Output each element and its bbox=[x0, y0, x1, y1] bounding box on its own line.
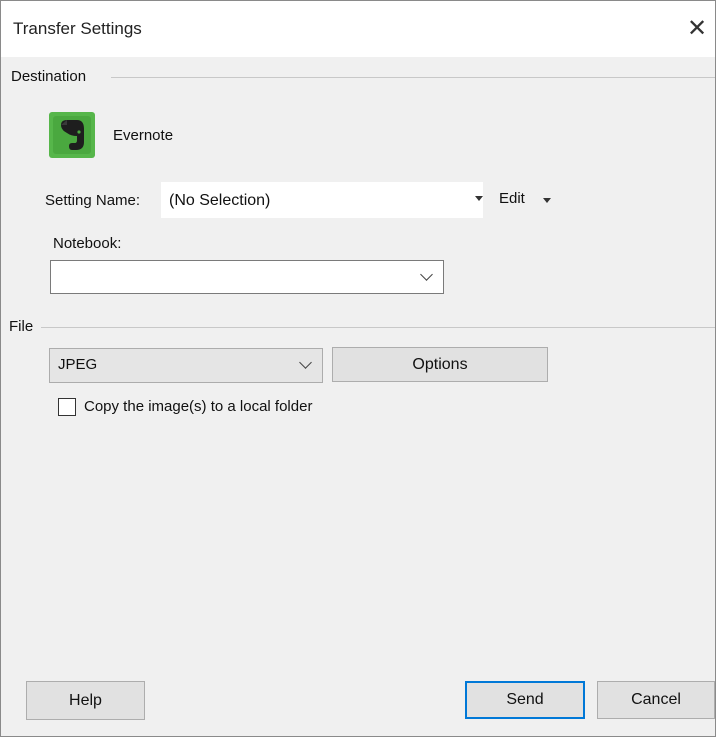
help-button-label: Help bbox=[69, 692, 102, 709]
file-group-line bbox=[41, 327, 715, 328]
copy-to-local-folder-label[interactable]: Copy the image(s) to a local folder bbox=[84, 398, 312, 415]
file-group-label: File bbox=[9, 318, 38, 335]
file-format-value: JPEG bbox=[58, 356, 98, 373]
destination-group-line bbox=[111, 77, 715, 78]
destination-group-label: Destination bbox=[11, 68, 91, 85]
help-button[interactable]: Help bbox=[26, 681, 145, 720]
setting-name-select[interactable]: (No Selection) bbox=[161, 182, 483, 218]
setting-name-label: Setting Name: bbox=[45, 192, 141, 209]
title-bar: Transfer Settings ✕ bbox=[1, 1, 715, 57]
copy-to-local-folder-checkbox[interactable] bbox=[58, 398, 76, 416]
chevron-down-icon bbox=[299, 356, 312, 369]
evernote-elephant-icon bbox=[49, 112, 95, 158]
cancel-button[interactable]: Cancel bbox=[597, 681, 715, 719]
close-icon: ✕ bbox=[686, 15, 708, 42]
setting-name-value: (No Selection) bbox=[169, 192, 271, 209]
dropdown-arrow-icon bbox=[475, 196, 483, 201]
edit-menu-button[interactable]: Edit bbox=[499, 190, 525, 207]
options-button[interactable]: Options bbox=[332, 347, 548, 382]
options-button-label: Options bbox=[412, 356, 468, 373]
close-button[interactable]: ✕ bbox=[679, 9, 715, 49]
file-format-dropdown[interactable]: JPEG bbox=[49, 348, 323, 383]
edit-dropdown-arrow-icon[interactable] bbox=[543, 198, 551, 203]
chevron-down-icon bbox=[420, 268, 433, 281]
cancel-button-label: Cancel bbox=[631, 691, 681, 708]
notebook-label: Notebook: bbox=[53, 235, 122, 252]
transfer-settings-dialog: Transfer Settings ✕ Destination Evernote… bbox=[0, 0, 716, 737]
send-button-label: Send bbox=[506, 691, 544, 708]
send-button[interactable]: Send bbox=[465, 681, 585, 719]
dialog-title: Transfer Settings bbox=[13, 19, 142, 38]
destination-app-name: Evernote bbox=[113, 127, 174, 144]
notebook-dropdown[interactable] bbox=[50, 260, 444, 294]
